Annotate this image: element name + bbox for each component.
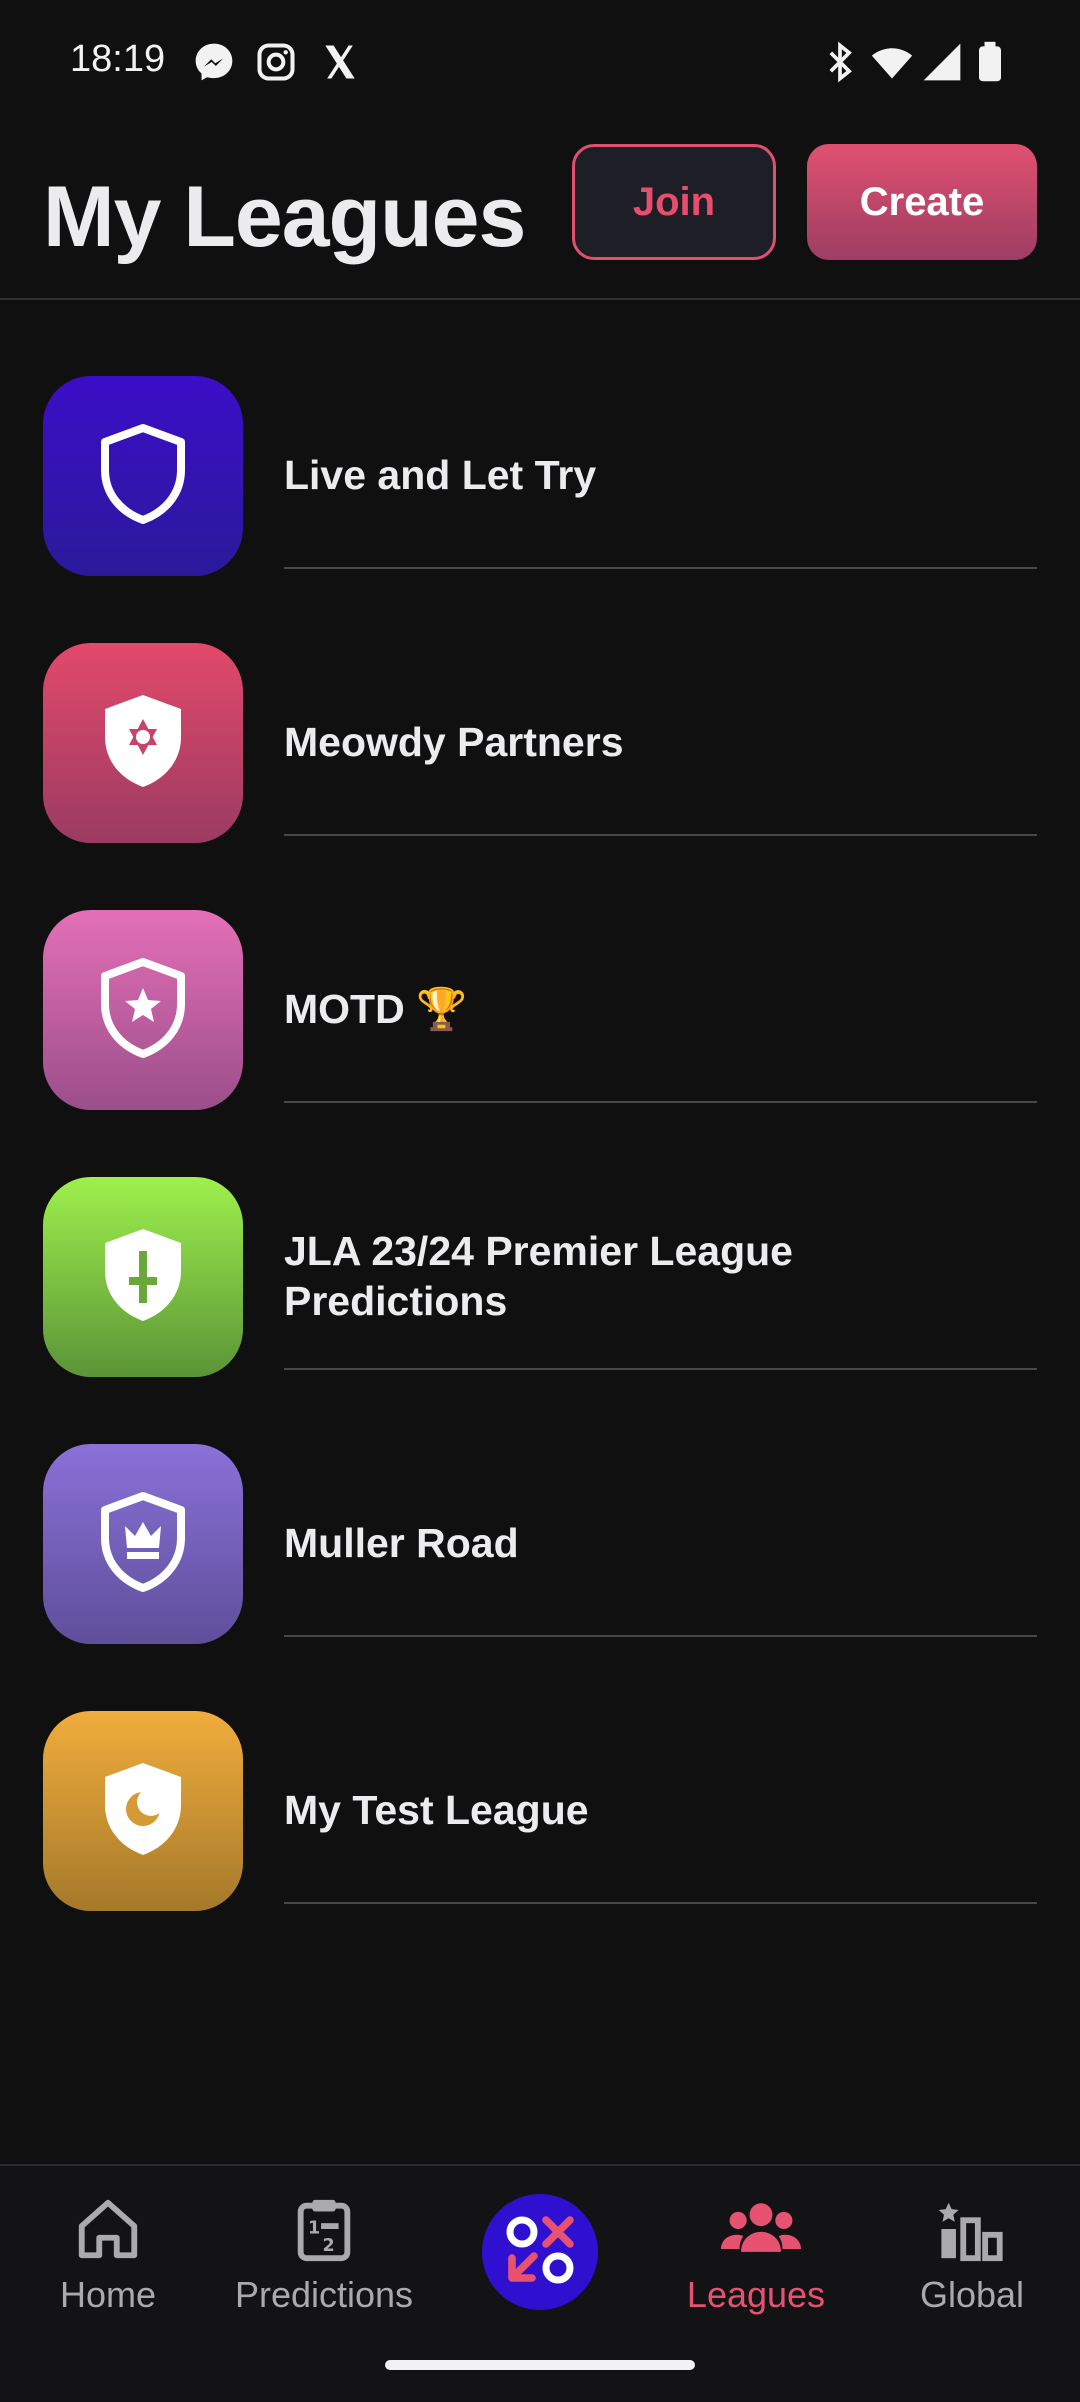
- battery-icon: [968, 40, 1012, 84]
- nav-label: Global: [919, 2274, 1025, 2315]
- leaderboard-icon: [937, 2194, 1007, 2264]
- shield-star-of-david-icon: [97, 689, 189, 798]
- league-badge: [43, 1444, 243, 1644]
- shield-moon-icon: [97, 1757, 189, 1866]
- league-badge: [43, 910, 243, 1110]
- league-name: MOTD 🏆: [284, 986, 468, 1032]
- wifi-icon: [870, 40, 914, 84]
- league-name: Meowdy Partners: [284, 719, 624, 765]
- nav-label: Leagues: [686, 2274, 826, 2315]
- nav-predictions[interactable]: 12 Predictions: [216, 2166, 432, 2336]
- header: My Leagues Join Create: [0, 128, 1080, 300]
- league-badge: [43, 1711, 243, 1911]
- league-name: Muller Road: [284, 1520, 519, 1566]
- x-icon: [318, 40, 362, 84]
- nav-label: Predictions: [234, 2274, 414, 2315]
- signal-icon: [920, 40, 964, 84]
- league-badge: [43, 1177, 243, 1377]
- shield-sword-icon: [97, 1223, 189, 1332]
- bluetooth-icon: [818, 40, 862, 84]
- group-icon: [721, 2194, 801, 2264]
- home-indicator[interactable]: [385, 2360, 695, 2370]
- divider: [284, 1902, 1037, 1904]
- status-time: 18:19: [70, 38, 166, 80]
- nav-global[interactable]: Global: [864, 2166, 1080, 2336]
- shield-crown-icon: [97, 1490, 189, 1599]
- nav-leagues[interactable]: Leagues: [648, 2166, 864, 2336]
- shield-star-icon: [97, 956, 189, 1065]
- home-icon: [73, 2194, 143, 2264]
- shield-icon: [97, 422, 189, 531]
- league-row[interactable]: Meowdy Partners: [0, 567, 1080, 843]
- league-row[interactable]: My Test League: [0, 1635, 1080, 1911]
- instagram-icon: [254, 40, 298, 84]
- league-badge: [43, 376, 243, 576]
- nav-home[interactable]: Home: [0, 2166, 216, 2336]
- league-row[interactable]: Muller Road: [0, 1368, 1080, 1644]
- status-bar: 18:19: [0, 0, 1080, 128]
- league-row[interactable]: MOTD 🏆: [0, 834, 1080, 1110]
- league-badge: [43, 643, 243, 843]
- svg-text:2: 2: [323, 2236, 335, 2256]
- league-name: JLA 23/24 Premier League Predictions: [284, 1228, 793, 1324]
- league-row[interactable]: JLA 23/24 Premier League Predictions: [0, 1101, 1080, 1377]
- play-button[interactable]: [482, 2194, 598, 2310]
- league-row[interactable]: Live and Let Try: [0, 300, 1080, 576]
- messenger-icon: [192, 40, 236, 84]
- tic-tac-toe-icon: [500, 2210, 580, 2295]
- nav-label: Home: [59, 2274, 157, 2315]
- create-button[interactable]: Create: [807, 144, 1037, 260]
- clipboard-icon: 12: [289, 2194, 359, 2264]
- join-button[interactable]: Join: [572, 144, 776, 260]
- svg-text:1: 1: [308, 2218, 320, 2238]
- league-name: Live and Let Try: [284, 452, 597, 498]
- page-title: My Leagues: [43, 169, 526, 265]
- league-name: My Test League: [284, 1787, 589, 1833]
